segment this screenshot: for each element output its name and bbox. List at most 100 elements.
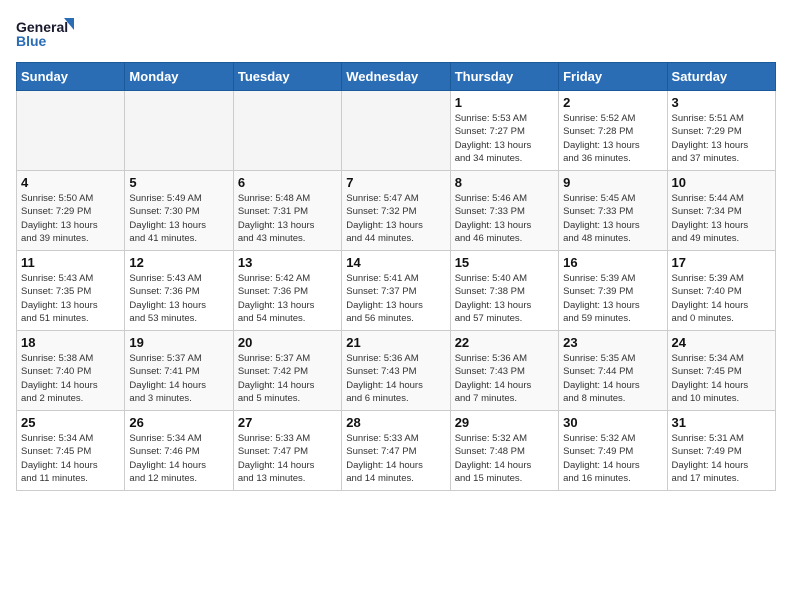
week-row-4: 18Sunrise: 5:38 AM Sunset: 7:40 PM Dayli…: [17, 331, 776, 411]
day-number: 29: [455, 415, 554, 430]
day-info: Sunrise: 5:49 AM Sunset: 7:30 PM Dayligh…: [129, 192, 228, 245]
day-info: Sunrise: 5:32 AM Sunset: 7:48 PM Dayligh…: [455, 432, 554, 485]
day-info: Sunrise: 5:39 AM Sunset: 7:39 PM Dayligh…: [563, 272, 662, 325]
calendar-cell: 2 Sunrise: 5:52 AM Sunset: 7:28 PM Daylig…: [559, 91, 667, 171]
calendar-cell: 30 Sunrise: 5:32 AM Sunset: 7:49 PM Dayli…: [559, 411, 667, 491]
day-info: Sunrise: 5:33 AM Sunset: 7:47 PM Dayligh…: [346, 432, 445, 485]
day-info: Sunrise: 5:34 AM Sunset: 7:45 PM Dayligh…: [21, 432, 120, 485]
calendar-cell: 13 Sunrise: 5:42 AM Sunset: 7:36 PM Dayli…: [233, 251, 341, 331]
day-info: Sunrise: 5:45 AM Sunset: 7:33 PM Dayligh…: [563, 192, 662, 245]
calendar-cell: 20Sunrise: 5:37 AM Sunset: 7:42 PM Dayli…: [233, 331, 341, 411]
day-info: Sunrise: 5:34 AM Sunset: 7:45 PM Dayligh…: [672, 352, 771, 405]
page-header: GeneralBlue: [16, 16, 776, 52]
weekday-header-friday: Friday: [559, 63, 667, 91]
calendar-cell: 9 Sunrise: 5:45 AM Sunset: 7:33 PM Daylig…: [559, 171, 667, 251]
calendar-cell: 5Sunrise: 5:49 AM Sunset: 7:30 PM Daylig…: [125, 171, 233, 251]
week-row-5: 25Sunrise: 5:34 AM Sunset: 7:45 PM Dayli…: [17, 411, 776, 491]
svg-text:Blue: Blue: [16, 33, 47, 49]
calendar-cell: 18Sunrise: 5:38 AM Sunset: 7:40 PM Dayli…: [17, 331, 125, 411]
day-info: Sunrise: 5:53 AM Sunset: 7:27 PM Dayligh…: [455, 112, 554, 165]
day-info: Sunrise: 5:36 AM Sunset: 7:43 PM Dayligh…: [455, 352, 554, 405]
calendar-cell: [125, 91, 233, 171]
day-info: Sunrise: 5:43 AM Sunset: 7:36 PM Dayligh…: [129, 272, 228, 325]
day-info: Sunrise: 5:47 AM Sunset: 7:32 PM Dayligh…: [346, 192, 445, 245]
day-info: Sunrise: 5:31 AM Sunset: 7:49 PM Dayligh…: [672, 432, 771, 485]
calendar-cell: 16 Sunrise: 5:39 AM Sunset: 7:39 PM Dayli…: [559, 251, 667, 331]
calendar-cell: 19 Sunrise: 5:37 AM Sunset: 7:41 PM Dayli…: [125, 331, 233, 411]
calendar-cell: 6Sunrise: 5:48 AM Sunset: 7:31 PM Daylig…: [233, 171, 341, 251]
day-info: Sunrise: 5:37 AM Sunset: 7:41 PM Dayligh…: [129, 352, 228, 405]
day-info: Sunrise: 5:41 AM Sunset: 7:37 PM Dayligh…: [346, 272, 445, 325]
day-number: 2: [563, 95, 662, 110]
day-number: 13: [238, 255, 337, 270]
calendar-cell: 3 Sunrise: 5:51 AM Sunset: 7:29 PM Daylig…: [667, 91, 775, 171]
calendar-cell: 24Sunrise: 5:34 AM Sunset: 7:45 PM Dayli…: [667, 331, 775, 411]
day-info: Sunrise: 5:43 AM Sunset: 7:35 PM Dayligh…: [21, 272, 120, 325]
day-number: 21: [346, 335, 445, 350]
day-number: 4: [21, 175, 120, 190]
day-number: 26: [129, 415, 228, 430]
day-number: 31: [672, 415, 771, 430]
calendar-cell: 14Sunrise: 5:41 AM Sunset: 7:37 PM Dayli…: [342, 251, 450, 331]
day-number: 30: [563, 415, 662, 430]
day-number: 1: [455, 95, 554, 110]
day-number: 20: [238, 335, 337, 350]
day-number: 11: [21, 255, 120, 270]
weekday-header-monday: Monday: [125, 63, 233, 91]
day-number: 28: [346, 415, 445, 430]
weekday-header-sunday: Sunday: [17, 63, 125, 91]
day-number: 27: [238, 415, 337, 430]
day-number: 23: [563, 335, 662, 350]
calendar-cell: 22 Sunrise: 5:36 AM Sunset: 7:43 PM Dayli…: [450, 331, 558, 411]
calendar-cell: 21 Sunrise: 5:36 AM Sunset: 7:43 PM Dayli…: [342, 331, 450, 411]
day-number: 9: [563, 175, 662, 190]
day-number: 17: [672, 255, 771, 270]
day-number: 3: [672, 95, 771, 110]
calendar-cell: [233, 91, 341, 171]
calendar-cell: 11 Sunrise: 5:43 AM Sunset: 7:35 PM Dayli…: [17, 251, 125, 331]
calendar-cell: 12 Sunrise: 5:43 AM Sunset: 7:36 PM Dayli…: [125, 251, 233, 331]
day-number: 22: [455, 335, 554, 350]
weekday-header-row: SundayMondayTuesdayWednesdayThursdayFrid…: [17, 63, 776, 91]
weekday-header-saturday: Saturday: [667, 63, 775, 91]
day-number: 16: [563, 255, 662, 270]
week-row-3: 11 Sunrise: 5:43 AM Sunset: 7:35 PM Dayli…: [17, 251, 776, 331]
weekday-header-thursday: Thursday: [450, 63, 558, 91]
calendar-cell: 4 Sunrise: 5:50 AM Sunset: 7:29 PM Daylig…: [17, 171, 125, 251]
week-row-2: 4 Sunrise: 5:50 AM Sunset: 7:29 PM Daylig…: [17, 171, 776, 251]
calendar-cell: 29 Sunrise: 5:32 AM Sunset: 7:48 PM Dayli…: [450, 411, 558, 491]
day-number: 12: [129, 255, 228, 270]
day-info: Sunrise: 5:52 AM Sunset: 7:28 PM Dayligh…: [563, 112, 662, 165]
day-info: Sunrise: 5:35 AM Sunset: 7:44 PM Dayligh…: [563, 352, 662, 405]
day-info: Sunrise: 5:44 AM Sunset: 7:34 PM Dayligh…: [672, 192, 771, 245]
calendar-cell: 31 Sunrise: 5:31 AM Sunset: 7:49 PM Dayli…: [667, 411, 775, 491]
day-info: Sunrise: 5:39 AM Sunset: 7:40 PM Dayligh…: [672, 272, 771, 325]
day-info: Sunrise: 5:46 AM Sunset: 7:33 PM Dayligh…: [455, 192, 554, 245]
calendar-cell: 1 Sunrise: 5:53 AM Sunset: 7:27 PM Daylig…: [450, 91, 558, 171]
day-number: 8: [455, 175, 554, 190]
day-info: Sunrise: 5:32 AM Sunset: 7:49 PM Dayligh…: [563, 432, 662, 485]
day-number: 10: [672, 175, 771, 190]
day-info: Sunrise: 5:36 AM Sunset: 7:43 PM Dayligh…: [346, 352, 445, 405]
calendar-cell: 28 Sunrise: 5:33 AM Sunset: 7:47 PM Dayli…: [342, 411, 450, 491]
day-info: Sunrise: 5:51 AM Sunset: 7:29 PM Dayligh…: [672, 112, 771, 165]
day-info: Sunrise: 5:34 AM Sunset: 7:46 PM Dayligh…: [129, 432, 228, 485]
day-number: 6: [238, 175, 337, 190]
day-info: Sunrise: 5:50 AM Sunset: 7:29 PM Dayligh…: [21, 192, 120, 245]
day-info: Sunrise: 5:40 AM Sunset: 7:38 PM Dayligh…: [455, 272, 554, 325]
day-number: 19: [129, 335, 228, 350]
day-number: 7: [346, 175, 445, 190]
weekday-header-wednesday: Wednesday: [342, 63, 450, 91]
day-info: Sunrise: 5:38 AM Sunset: 7:40 PM Dayligh…: [21, 352, 120, 405]
calendar-cell: 8 Sunrise: 5:46 AM Sunset: 7:33 PM Daylig…: [450, 171, 558, 251]
day-info: Sunrise: 5:42 AM Sunset: 7:36 PM Dayligh…: [238, 272, 337, 325]
calendar-cell: 15Sunrise: 5:40 AM Sunset: 7:38 PM Dayli…: [450, 251, 558, 331]
logo: GeneralBlue: [16, 16, 76, 52]
week-row-1: 1 Sunrise: 5:53 AM Sunset: 7:27 PM Daylig…: [17, 91, 776, 171]
day-info: Sunrise: 5:33 AM Sunset: 7:47 PM Dayligh…: [238, 432, 337, 485]
calendar-cell: 17 Sunrise: 5:39 AM Sunset: 7:40 PM Dayli…: [667, 251, 775, 331]
calendar-cell: [342, 91, 450, 171]
calendar-cell: 10 Sunrise: 5:44 AM Sunset: 7:34 PM Dayli…: [667, 171, 775, 251]
weekday-header-tuesday: Tuesday: [233, 63, 341, 91]
calendar-table: SundayMondayTuesdayWednesdayThursdayFrid…: [16, 62, 776, 491]
